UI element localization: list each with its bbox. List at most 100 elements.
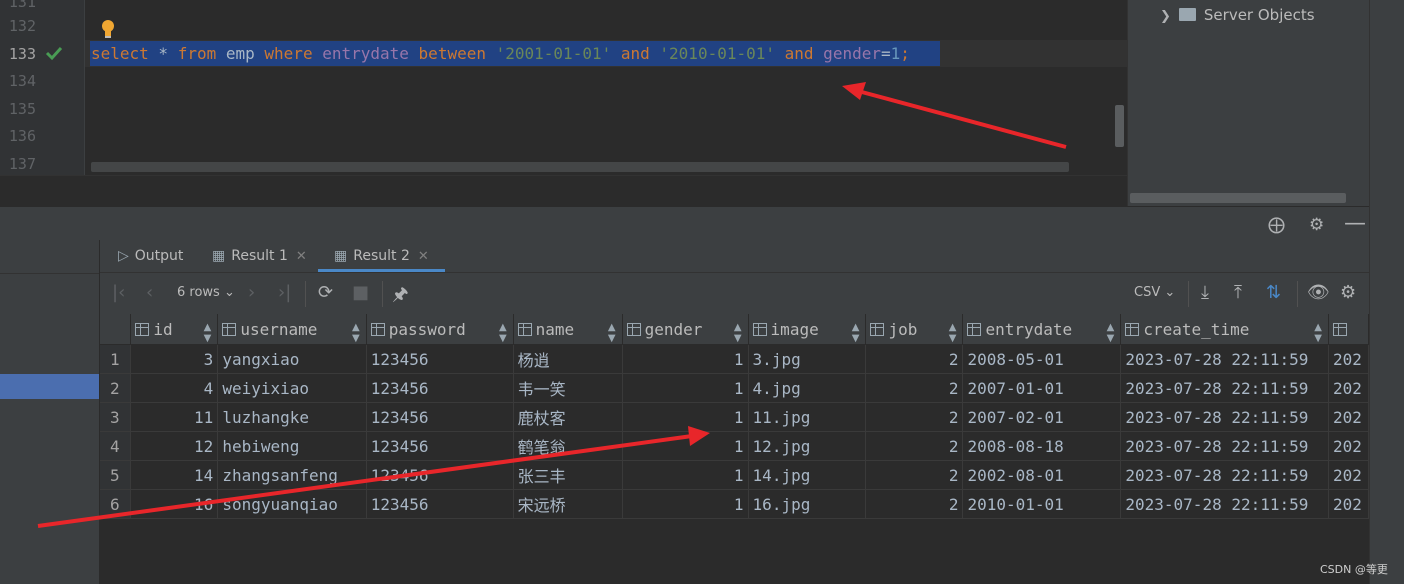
table-cell[interactable]: 12.jpg [748, 431, 867, 461]
table-row[interactable]: 2 4 weiyixiao 123456 韦一笑 1 4.jpg 2 2007-01-01 202… [100, 373, 1369, 403]
table-cell[interactable]: 2010-01-01 [962, 489, 1122, 519]
column-header-gender[interactable]: gender ▲ ▼ [622, 314, 749, 345]
table-cell[interactable]: 202 [1328, 489, 1369, 519]
tree-item-server-objects[interactable]: ❯ Server Objects [1160, 6, 1315, 24]
table-cell[interactable]: songyuanqiao [217, 489, 367, 519]
tab-output[interactable]: ▷ Output [118, 240, 183, 272]
table-cell[interactable]: 2007-02-01 [962, 402, 1122, 432]
table-cell[interactable]: yangxiao [217, 344, 367, 374]
table-cell[interactable]: 鹿杖客 [513, 402, 623, 432]
refresh-icon[interactable]: ⟳ [318, 282, 333, 303]
table-row[interactable]: 1 3 yangxiao 123456 杨逍 1 3.jpg 2 2008-05-01 2023-… [100, 344, 1369, 374]
table-row[interactable]: 4 12 hebiweng 123456 鹤笔翁 1 12.jpg 2 2008-08-18 20… [100, 431, 1369, 461]
pin-icon[interactable]: 🖈 [392, 282, 409, 312]
table-cell[interactable]: 14.jpg [748, 460, 867, 490]
table-cell[interactable]: 2008-05-01 [962, 344, 1122, 374]
table-row[interactable]: 3 11 luzhangke 123456 鹿杖客 1 11.jpg 2 2007-02-01 2… [100, 402, 1369, 432]
tab-result-1[interactable]: ▦ Result 1 ✕ [212, 240, 307, 272]
settings-icon[interactable]: ⚙ [1340, 282, 1356, 303]
table-cell[interactable]: 2 [865, 402, 964, 432]
table-cell[interactable]: 2023-07-28 22:11:59 [1120, 489, 1329, 519]
table-cell[interactable]: 123456 [366, 402, 514, 432]
vertical-scrollbar[interactable] [1115, 105, 1124, 147]
table-cell[interactable]: 123456 [366, 344, 514, 374]
table-cell[interactable]: 202 [1328, 373, 1369, 403]
table-cell[interactable]: 韦一笑 [513, 373, 623, 403]
table-cell[interactable]: 1 [622, 460, 749, 490]
table-cell[interactable]: 202 [1328, 402, 1369, 432]
table-cell[interactable]: 1 [622, 431, 749, 461]
horizontal-scrollbar[interactable] [91, 162, 1069, 172]
column-header-image[interactable]: image ▲ ▼ [748, 314, 867, 345]
upload-icon[interactable]: ⤒ [1234, 282, 1242, 303]
table-cell[interactable]: 202 [1328, 344, 1369, 374]
table-cell[interactable]: 202 [1328, 431, 1369, 461]
table-cell[interactable]: 1 [622, 489, 749, 519]
table-cell[interactable]: weiyixiao [217, 373, 367, 403]
table-row[interactable]: 6 16 songyuanqiao 123456 宋远桥 1 16.jpg 2 2010-01-… [100, 489, 1369, 519]
table-cell[interactable]: 2023-07-28 22:11:59 [1120, 373, 1329, 403]
table-cell[interactable]: 202 [1328, 460, 1369, 490]
table-cell[interactable]: 2 [865, 460, 964, 490]
table-cell[interactable]: 2023-07-28 22:11:59 [1120, 402, 1329, 432]
table-cell[interactable]: 2023-07-28 22:11:59 [1120, 460, 1329, 490]
column-header-name[interactable]: name ▲ ▼ [513, 314, 623, 345]
table-cell[interactable]: 16.jpg [748, 489, 867, 519]
table-cell[interactable]: 14 [130, 460, 219, 490]
minimize-icon[interactable]: — [1344, 211, 1366, 236]
column-header-create-time[interactable]: create_time ▲ ▼ [1120, 314, 1329, 345]
download-icon[interactable]: ⤓ [1201, 282, 1209, 303]
table-cell[interactable]: 123456 [366, 373, 514, 403]
column-header-entrydate[interactable]: entrydate ▲ ▼ [962, 314, 1122, 345]
table-cell[interactable]: 11 [130, 402, 219, 432]
table-cell[interactable]: 4.jpg [748, 373, 867, 403]
table-cell[interactable]: 11.jpg [748, 402, 867, 432]
sql-editor[interactable] [0, 0, 1127, 175]
result-grid[interactable]: id ▲ ▼ username ▲ ▼ password ▲ ▼ name ▲ ▼ gender… [100, 314, 1369, 584]
panel-scrollbar[interactable] [1130, 193, 1346, 203]
table-cell[interactable]: 张三丰 [513, 460, 623, 490]
lightbulb-icon[interactable] [100, 19, 116, 39]
column-header-id[interactable]: id ▲ ▼ [130, 314, 219, 345]
target-icon[interactable]: ⨁ [1268, 215, 1285, 235]
table-cell[interactable]: 2002-08-01 [962, 460, 1122, 490]
table-row[interactable]: 5 14 zhangsanfeng 123456 张三丰 1 14.jpg 2 2002-08-… [100, 460, 1369, 490]
rows-count-dropdown[interactable]: 6 rows ⌄ [177, 285, 235, 300]
table-cell[interactable]: 1 [622, 402, 749, 432]
table-cell[interactable]: luzhangke [217, 402, 367, 432]
table-cell[interactable]: 宋远桥 [513, 489, 623, 519]
table-cell[interactable]: 2 [865, 373, 964, 403]
gear-icon[interactable]: ⚙ [1309, 215, 1324, 235]
table-cell[interactable]: zhangsanfeng [217, 460, 367, 490]
column-header-password[interactable]: password ▲ ▼ [366, 314, 514, 345]
first-page-icon[interactable]: |‹ [112, 282, 125, 303]
column-header-username[interactable]: username ▲ ▼ [217, 314, 367, 345]
close-icon[interactable]: ✕ [296, 249, 307, 264]
tab-result-2[interactable]: ▦ Result 2 ✕ [318, 240, 445, 272]
table-cell[interactable]: 2023-07-28 22:11:59 [1120, 344, 1329, 374]
table-cell[interactable]: 12 [130, 431, 219, 461]
table-cell[interactable]: 3.jpg [748, 344, 867, 374]
table-cell[interactable]: 123456 [366, 460, 514, 490]
table-cell[interactable]: 2 [865, 344, 964, 374]
table-cell[interactable]: 123456 [366, 489, 514, 519]
table-cell[interactable]: 2 [865, 489, 964, 519]
chevron-right-icon[interactable]: ❯ [1160, 9, 1171, 24]
last-page-icon[interactable]: ›| [278, 282, 291, 303]
table-cell[interactable]: 2 [865, 431, 964, 461]
next-page-icon[interactable]: › [248, 282, 255, 303]
table-cell[interactable]: 1 [622, 373, 749, 403]
table-cell[interactable]: 鹤笔翁 [513, 431, 623, 461]
stop-icon[interactable]: ■ [352, 282, 369, 303]
table-cell[interactable]: 杨逍 [513, 344, 623, 374]
compare-icon[interactable]: ⇅ [1266, 282, 1281, 303]
table-cell[interactable]: 16 [130, 489, 219, 519]
table-cell[interactable]: 2023-07-28 22:11:59 [1120, 431, 1329, 461]
table-cell[interactable]: 3 [130, 344, 219, 374]
previous-page-icon[interactable]: ‹ [146, 282, 153, 303]
table-cell[interactable]: 4 [130, 373, 219, 403]
sql-query-line[interactable]: select * from emp where entrydate betwee… [91, 43, 910, 65]
column-header-update-time[interactable] [1328, 314, 1369, 345]
close-icon[interactable]: ✕ [418, 249, 429, 264]
table-cell[interactable]: hebiweng [217, 431, 367, 461]
